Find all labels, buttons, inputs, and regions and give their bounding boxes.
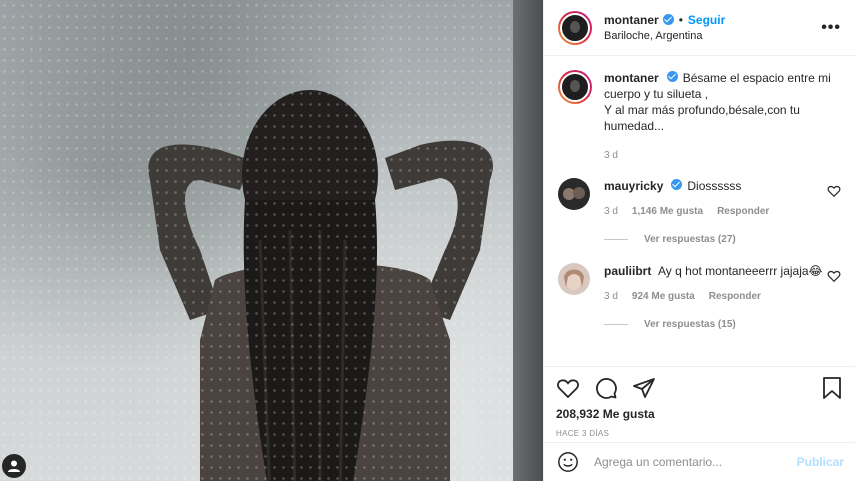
comment-text-row: mauyricky Diossssss <box>604 178 827 194</box>
commenter-avatar[interactable] <box>558 263 590 295</box>
header-row: montaner • Seguir <box>604 12 821 28</box>
caption-item: montaner Bésame el espacio entre mi cuerp… <box>558 70 841 164</box>
separator-dot: • <box>678 12 683 27</box>
comment-likes[interactable]: 924 Me gusta <box>632 289 695 305</box>
view-replies-button[interactable]: Ver respuestas (15) <box>604 319 841 330</box>
commenter-username[interactable]: pauliibrt <box>604 264 651 278</box>
commenter-avatar[interactable] <box>558 178 590 210</box>
replies-line <box>604 239 628 240</box>
author-avatar[interactable] <box>558 10 592 45</box>
follow-button[interactable]: Seguir <box>688 12 725 28</box>
add-comment-bar: Publicar <box>544 442 855 481</box>
author-username[interactable]: montaner <box>604 12 659 28</box>
verified-icon <box>671 179 683 190</box>
emoji-icon[interactable] <box>556 450 580 474</box>
comment-meta: 3 d 1,146 Me gusta Responder <box>604 204 827 220</box>
post-time[interactable]: HACE 3 DÍAS <box>556 429 844 438</box>
comments-list: montaner Bésame el espacio entre mi cuerp… <box>544 56 855 366</box>
post-location[interactable]: Bariloche, Argentina <box>604 28 821 44</box>
post-actions: 208,932 Me gusta HACE 3 DÍAS <box>544 366 855 438</box>
caption-text-row: montaner Bésame el espacio entre mi cuerp… <box>604 70 841 134</box>
post-header: montaner • Seguir Bariloche, Argentina •… <box>544 0 855 56</box>
reply-button[interactable]: Responder <box>717 204 769 220</box>
avatar-image <box>563 187 585 200</box>
comment-input[interactable] <box>594 455 797 469</box>
caption-meta: 3 d <box>604 148 841 164</box>
heart-icon[interactable] <box>556 376 580 400</box>
header-text: montaner • Seguir Bariloche, Argentina <box>604 12 821 44</box>
comment-item: mauyricky Diossssss 3 d 1,146 Me gusta Re… <box>558 178 841 220</box>
commenter-username[interactable]: mauyricky <box>604 179 663 193</box>
more-options-icon[interactable]: ••• <box>821 19 841 37</box>
comment-text: Ay q hot montaneeerrr jajaja😂 <box>658 264 823 278</box>
comment-body: pauliibrt Ay q hot montaneeerrr jajaja😂 … <box>604 263 827 305</box>
comment-meta: 3 d 924 Me gusta Responder <box>604 289 827 305</box>
post-sidebar: montaner • Seguir Bariloche, Argentina •… <box>543 0 855 481</box>
publish-button[interactable]: Publicar <box>797 455 844 469</box>
comment-thread: mauyricky Diossssss 3 d 1,146 Me gusta Re… <box>558 178 841 245</box>
comment-icon[interactable] <box>594 376 618 400</box>
user-tag-button[interactable] <box>2 454 26 478</box>
post-photo[interactable] <box>0 0 543 481</box>
action-icons <box>556 373 844 403</box>
comment-text-row: pauliibrt Ay q hot montaneeerrr jajaja😂 <box>604 263 827 279</box>
view-replies-label: Ver respuestas (15) <box>644 319 736 330</box>
like-comment-heart-icon[interactable] <box>827 184 841 198</box>
comment-time[interactable]: 3 d <box>604 289 618 305</box>
verified-icon <box>662 14 674 25</box>
comment-body: mauyricky Diossssss 3 d 1,146 Me gusta Re… <box>604 178 827 220</box>
replies-line <box>604 324 628 325</box>
caption-time[interactable]: 3 d <box>604 148 618 164</box>
reply-button[interactable]: Responder <box>709 289 761 305</box>
share-icon[interactable] <box>632 376 656 400</box>
caption-username[interactable]: montaner <box>604 71 659 85</box>
bookmark-icon[interactable] <box>820 376 844 400</box>
comment-thread: pauliibrt Ay q hot montaneeerrr jajaja😂 … <box>558 263 841 330</box>
water-drops <box>0 0 543 481</box>
post-likes-count[interactable]: 208,932 Me gusta <box>556 407 844 421</box>
comment-item: pauliibrt Ay q hot montaneeerrr jajaja😂 … <box>558 263 841 305</box>
user-icon <box>8 460 20 472</box>
view-replies-label: Ver respuestas (27) <box>644 234 736 245</box>
caption-body: montaner Bésame el espacio entre mi cuerp… <box>604 70 841 164</box>
caption-avatar[interactable] <box>558 70 592 104</box>
avatar-image <box>564 269 584 290</box>
like-comment-heart-icon[interactable] <box>827 269 841 283</box>
window-frame <box>513 0 543 481</box>
view-replies-button[interactable]: Ver respuestas (27) <box>604 234 841 245</box>
comment-time[interactable]: 3 d <box>604 204 618 220</box>
verified-icon <box>666 71 678 82</box>
comment-likes[interactable]: 1,146 Me gusta <box>632 204 703 220</box>
comment-text: Diossssss <box>687 179 742 193</box>
